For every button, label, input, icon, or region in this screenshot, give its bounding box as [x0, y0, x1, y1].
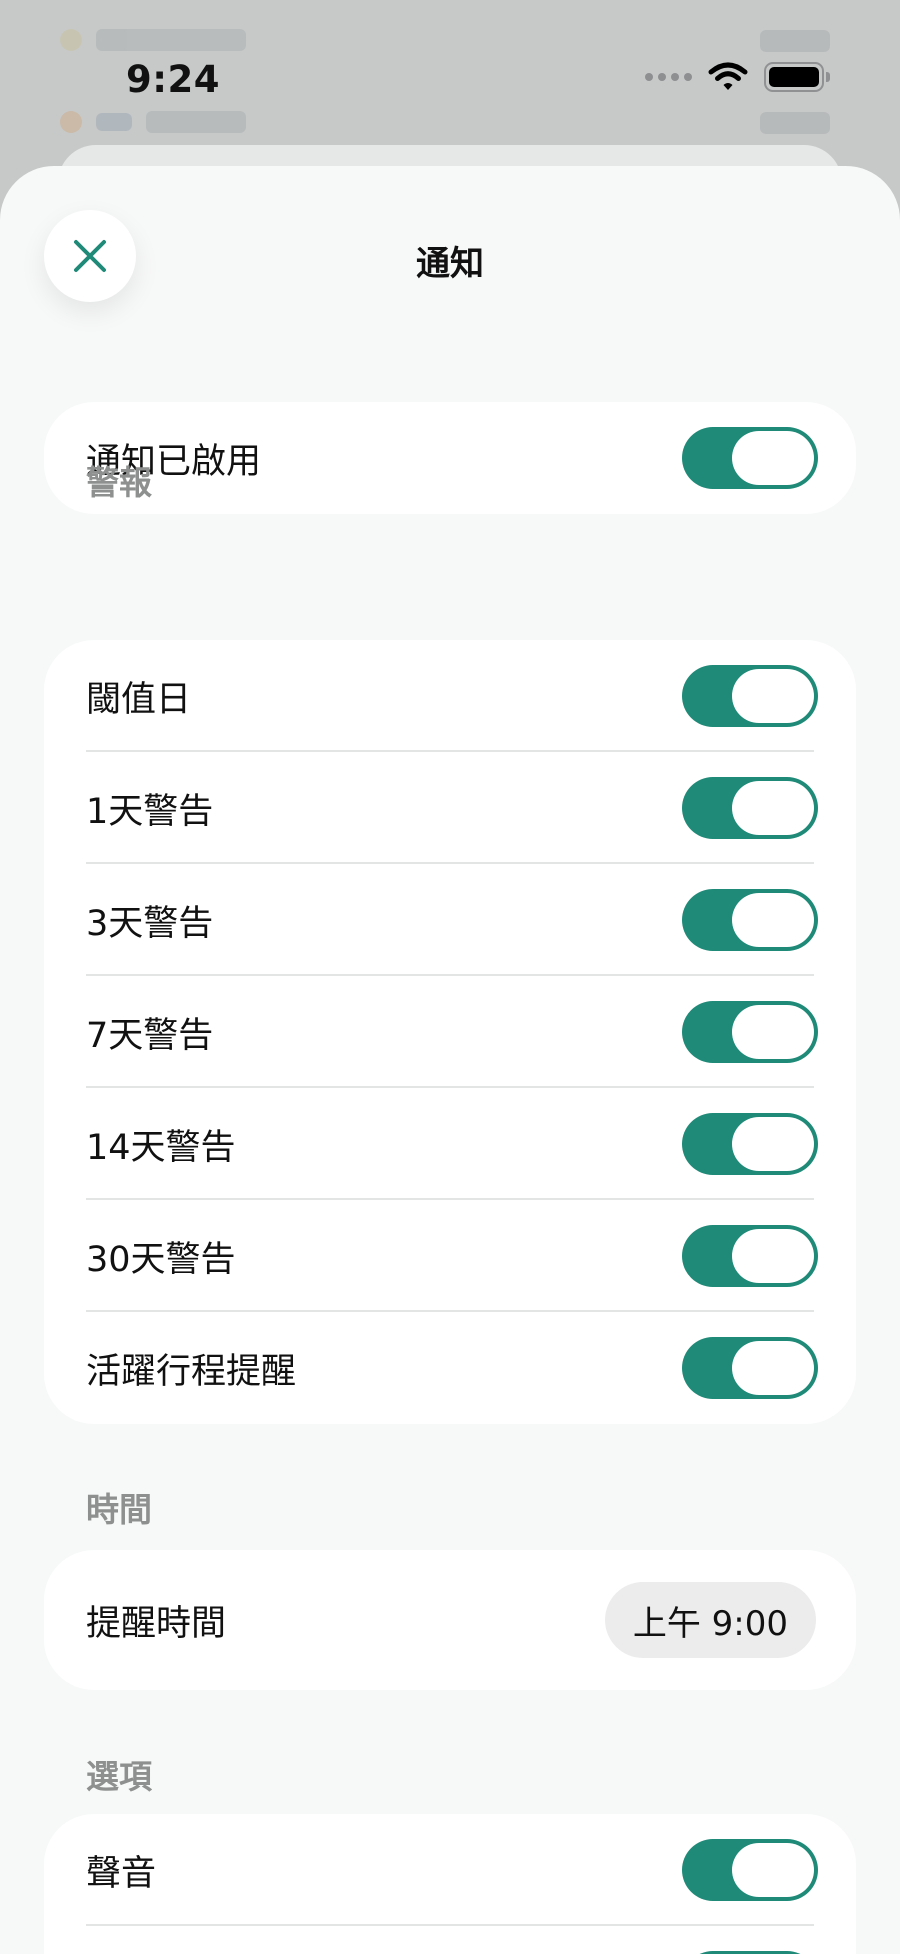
alert-row: 3天警告: [44, 864, 856, 976]
option-row-partial: [44, 1926, 856, 1954]
master-card: 通知已啟用: [44, 402, 856, 514]
notifications-enabled-toggle[interactable]: [682, 427, 818, 489]
notifications-enabled-row: 通知已啟用: [44, 402, 856, 514]
option-row: 聲音: [44, 1814, 856, 1926]
status-icons: [645, 62, 830, 92]
alert-toggle[interactable]: [682, 1225, 818, 1287]
background-row: [60, 20, 246, 60]
alert-toggle[interactable]: [682, 665, 818, 727]
background-text: [96, 29, 246, 51]
sound-toggle[interactable]: [682, 1839, 818, 1901]
alert-row: 14天警告: [44, 1088, 856, 1200]
notifications-sheet: 通知 通知已啟用 警報 閾值日 1天警告 3天警告 7天警告 14天警告 30天…: [0, 166, 900, 1954]
status-time: 9:24: [126, 58, 221, 101]
alert-label: 活躍行程提醒: [86, 1351, 297, 1392]
section-label-alerts: 警報: [86, 463, 152, 502]
background-text: [146, 111, 246, 133]
wifi-icon: [708, 62, 748, 90]
alert-row: 7天警告: [44, 976, 856, 1088]
alert-row: 活躍行程提醒: [44, 1312, 856, 1424]
alert-label: 1天警告: [86, 791, 214, 832]
background-icon: [60, 29, 82, 51]
screen: 9:24 通知 通知已啟用 警報 閾值日 1天警告 3天警告 7天警告 14天警…: [0, 0, 900, 1954]
options-card: 聲音: [44, 1814, 856, 1954]
time-card: 提醒時間 上午 9:00: [44, 1550, 856, 1690]
signal-dots-icon: [645, 73, 692, 81]
alert-label: 7天警告: [86, 1015, 214, 1056]
battery-icon: [764, 62, 830, 92]
section-label-options: 選項: [86, 1757, 152, 1796]
reminder-time-label: 提醒時間: [86, 1603, 227, 1644]
alert-toggle[interactable]: [682, 1337, 818, 1399]
background-value: [760, 30, 830, 52]
alert-toggle[interactable]: [682, 777, 818, 839]
alert-label: 3天警告: [86, 903, 214, 944]
reminder-time-row: 提醒時間 上午 9:00: [44, 1550, 856, 1690]
background-flag: [96, 113, 132, 131]
alert-toggle[interactable]: [682, 1113, 818, 1175]
alert-row: 1天警告: [44, 752, 856, 864]
sheet-title: 通知: [416, 244, 484, 284]
alert-row: 30天警告: [44, 1200, 856, 1312]
reminder-time-picker[interactable]: 上午 9:00: [604, 1582, 816, 1658]
alert-label: 14天警告: [86, 1127, 236, 1168]
option-label: 聲音: [86, 1853, 157, 1894]
background-row: [60, 102, 246, 142]
alert-toggle[interactable]: [682, 1001, 818, 1063]
section-label-time: 時間: [86, 1490, 152, 1529]
alert-toggle[interactable]: [682, 889, 818, 951]
alerts-card: 閾值日 1天警告 3天警告 7天警告 14天警告 30天警告 活躍行程提醒: [44, 640, 856, 1424]
background-value: [760, 112, 830, 134]
background-icon: [60, 111, 82, 133]
alert-row: 閾值日: [44, 640, 856, 752]
alert-label: 閾值日: [86, 679, 192, 720]
alert-label: 30天警告: [86, 1239, 236, 1280]
